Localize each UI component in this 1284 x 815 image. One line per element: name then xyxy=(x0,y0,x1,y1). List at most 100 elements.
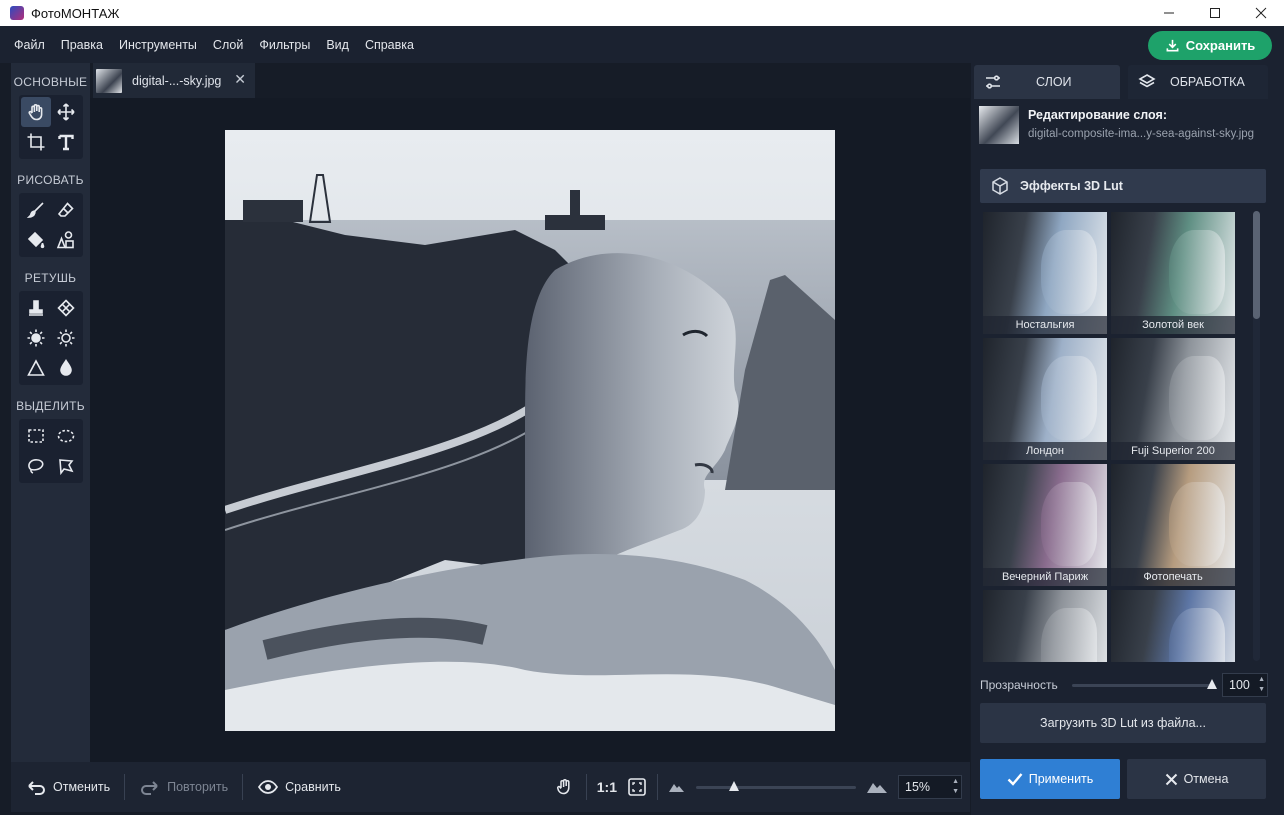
zoom-in-mountain-icon[interactable] xyxy=(866,780,888,794)
brighten-tool[interactable] xyxy=(21,323,51,353)
darken-tool[interactable] xyxy=(51,323,81,353)
tools-section-basic xyxy=(18,95,83,159)
tools-section-draw xyxy=(18,193,83,257)
lasso-icon xyxy=(27,459,43,474)
opacity-input[interactable]: 100 ▲ ▼ xyxy=(1222,673,1268,697)
menu-file[interactable]: Файл xyxy=(6,38,53,52)
menu-tools[interactable]: Инструменты xyxy=(111,38,205,52)
zoom-input[interactable]: 15% ▲ ▼ xyxy=(898,775,962,799)
lut-preview-image xyxy=(1169,230,1225,314)
save-button[interactable]: Сохранить xyxy=(1148,31,1272,60)
lasso-tool[interactable] xyxy=(21,451,51,481)
brush-tool[interactable] xyxy=(21,195,51,225)
lut-preset[interactable]: Золотой век xyxy=(1111,212,1235,334)
close-icon[interactable] xyxy=(1238,0,1284,26)
document-thumbnail xyxy=(96,68,122,93)
menu-view[interactable]: Вид xyxy=(318,38,357,52)
photo-canvas[interactable] xyxy=(225,130,835,731)
hand-pan-icon[interactable] xyxy=(554,776,576,798)
compare-label: Сравнить xyxy=(285,780,341,794)
crop-icon xyxy=(27,133,44,151)
lut-preset[interactable] xyxy=(1111,590,1235,662)
rect-select-tool[interactable] xyxy=(21,421,51,451)
redo-icon xyxy=(141,781,158,795)
tab-layers[interactable]: СЛОИ xyxy=(974,65,1120,99)
effects-title: Эффекты 3D Lut xyxy=(1020,179,1123,193)
lut-preset[interactable] xyxy=(983,590,1107,662)
gallery-scrollbar[interactable] xyxy=(1253,211,1260,661)
lut-preset-label: Лондон xyxy=(983,442,1107,460)
effects-3d-lut-header[interactable]: Эффекты 3D Lut xyxy=(980,169,1266,203)
lut-preview-image xyxy=(1041,482,1097,566)
text-tool[interactable] xyxy=(51,127,81,157)
lut-preset-label: Золотой век xyxy=(1111,316,1235,334)
cancel-button[interactable]: Отмена xyxy=(1127,759,1266,799)
bottom-toolbar: Отменить Повторить Сравнить 1:1 15% ▲ ▼ xyxy=(11,762,970,812)
tab-processing-label: ОБРАБОТКА xyxy=(1170,75,1245,89)
tools-section-basic-title: ОСНОВНЫЕ xyxy=(13,75,88,89)
hand-icon xyxy=(28,104,42,121)
close-tab-icon[interactable]: ✕ xyxy=(234,71,246,88)
blur-tool[interactable] xyxy=(51,353,81,383)
document-tab-name: digital-...-sky.jpg xyxy=(132,73,222,88)
redo-button[interactable]: Повторить xyxy=(125,776,242,798)
tools-section-select xyxy=(18,419,83,483)
tools-section-retouch xyxy=(18,291,83,385)
canvas-area[interactable] xyxy=(90,98,970,762)
undo-icon xyxy=(28,781,45,795)
minimize-icon[interactable] xyxy=(1146,0,1192,26)
opacity-spinner[interactable]: ▲ ▼ xyxy=(1258,675,1265,695)
undo-label: Отменить xyxy=(53,780,111,794)
sharpen-tool[interactable] xyxy=(21,353,51,383)
lut-preset[interactable]: Ностальгия xyxy=(983,212,1107,334)
app-logo-icon xyxy=(10,6,24,20)
lut-preset[interactable]: Лондон xyxy=(983,338,1107,460)
window-controls xyxy=(1146,0,1284,26)
patch-tool[interactable] xyxy=(51,293,81,323)
gallery-scrollbar-thumb[interactable] xyxy=(1253,211,1260,319)
zoom-slider[interactable] xyxy=(696,780,856,791)
hand-tool[interactable] xyxy=(20,97,51,127)
lut-preview-image xyxy=(1169,356,1225,440)
lut-preset[interactable]: Вечерний Париж xyxy=(983,464,1107,586)
document-tab[interactable]: digital-...-sky.jpg ✕ xyxy=(93,63,255,98)
menu-help[interactable]: Справка xyxy=(357,38,422,52)
eraser-tool[interactable] xyxy=(51,195,81,225)
right-panel: СЛОИ ОБРАБОТКА Редактирование слоя: digi… xyxy=(971,63,1284,815)
tools-section-retouch-title: РЕТУШЬ xyxy=(24,271,77,285)
opacity-slider[interactable] xyxy=(1072,679,1217,689)
checkmark-icon xyxy=(1007,773,1023,786)
text-icon xyxy=(57,134,74,151)
tools-section-draw-title: РИСОВАТЬ xyxy=(17,173,84,187)
lut-preview-image xyxy=(1169,608,1225,662)
actual-size-button[interactable]: 1:1 xyxy=(597,779,617,795)
tab-processing[interactable]: ОБРАБОТКА xyxy=(1128,65,1268,99)
zoom-slider-thumb[interactable] xyxy=(729,780,740,791)
opacity-slider-thumb[interactable] xyxy=(1207,679,1217,689)
shapes-tool[interactable] xyxy=(51,225,81,255)
zoom-spinner[interactable]: ▲ ▼ xyxy=(952,777,959,797)
cancel-x-icon xyxy=(1165,773,1177,785)
lut-preset[interactable]: Fuji Superior 200 xyxy=(1111,338,1235,460)
title-bar: ФотоМОНТАЖ xyxy=(0,0,1284,26)
menu-filters[interactable]: Фильтры xyxy=(251,38,318,52)
stamp-tool[interactable] xyxy=(21,293,51,323)
fill-tool[interactable] xyxy=(21,225,51,255)
lut-preview-image xyxy=(1169,482,1225,566)
compare-button[interactable]: Сравнить xyxy=(243,776,355,798)
menu-edit[interactable]: Правка xyxy=(53,38,111,52)
polygon-lasso-tool[interactable] xyxy=(51,451,81,481)
apply-button[interactable]: Применить xyxy=(980,759,1120,799)
maximize-icon[interactable] xyxy=(1192,0,1238,26)
load-lut-button[interactable]: Загрузить 3D Lut из файла... xyxy=(980,703,1266,743)
zoom-out-mountain-icon[interactable] xyxy=(668,781,686,793)
crop-tool[interactable] xyxy=(21,127,51,157)
ellipse-select-tool[interactable] xyxy=(51,421,81,451)
menu-layer[interactable]: Слой xyxy=(205,38,251,52)
lut-preset[interactable]: Фотопечать xyxy=(1111,464,1235,586)
app-window: ФотоМОНТАЖ Файл Правка Инструменты Слой … xyxy=(0,0,1284,815)
undo-button[interactable]: Отменить xyxy=(11,776,124,798)
fit-screen-icon[interactable] xyxy=(627,777,647,797)
tool-palette: ОСНОВНЫЕ РИСОВАТЬ РЕТУШЬ ВЫДЕЛИТЬ xyxy=(11,63,90,763)
move-tool[interactable] xyxy=(51,97,81,127)
